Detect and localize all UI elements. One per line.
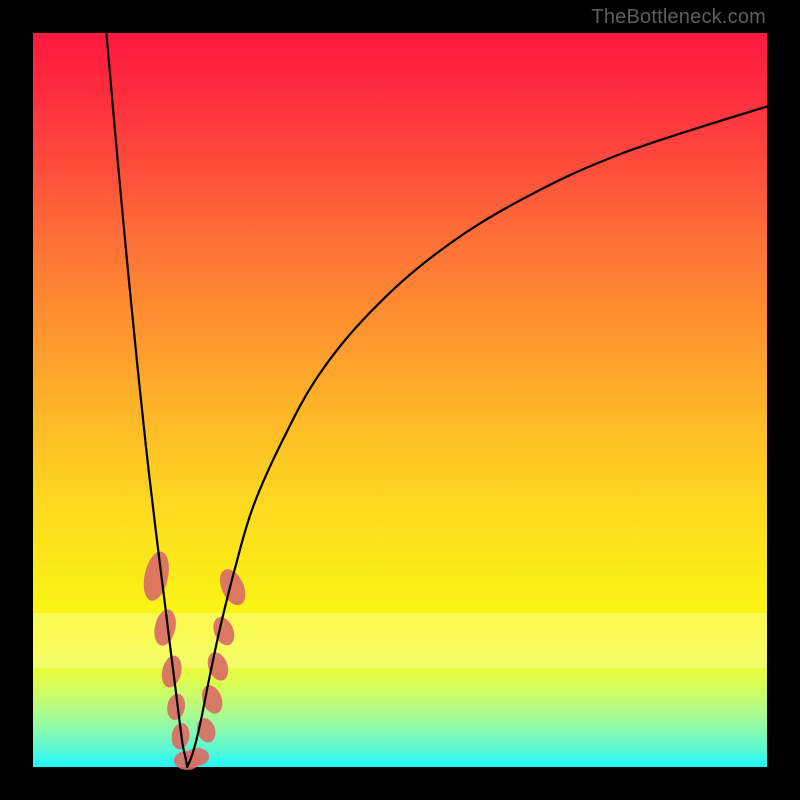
data-marker [215, 565, 251, 609]
plot-area [33, 33, 767, 767]
data-marker [209, 614, 238, 648]
data-marker [140, 549, 173, 603]
chart-svg [33, 33, 767, 767]
marker-layer [140, 549, 251, 770]
curve-right-branch [187, 106, 767, 767]
curve-layer [106, 33, 767, 767]
watermark-text: TheBottleneck.com [591, 6, 766, 29]
chart-frame: TheBottleneck.com [0, 0, 800, 800]
